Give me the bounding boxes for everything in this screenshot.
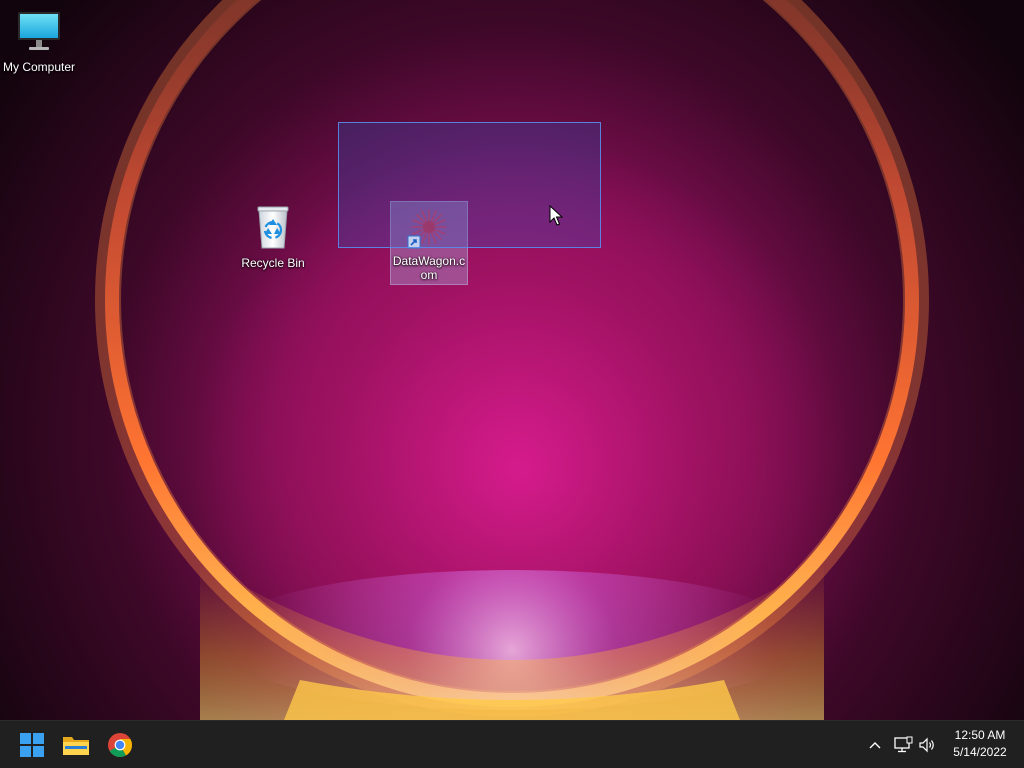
wallpaper [0,0,1024,720]
taskbar: 12:50 AM 5/14/2022 [0,720,1024,768]
network-button[interactable] [892,733,914,757]
desktop-icon-label: DataWagon.com [392,254,466,282]
clock-date: 5/14/2022 [953,745,1007,759]
desktop-icon-label: Recycle Bin [241,256,305,270]
monitor-icon [15,8,63,56]
file-explorer-button[interactable] [56,725,96,765]
start-button[interactable] [12,725,52,765]
desktop-icon-recycle-bin[interactable]: Recycle Bin [233,204,313,270]
mouse-cursor-icon [549,205,563,226]
chrome-icon [108,733,132,758]
desktop[interactable]: My Computer Recycle Bin DataWagon.com [0,0,1024,720]
network-icon [894,736,913,753]
show-hidden-icons-button[interactable] [864,733,886,757]
windows-start-icon [20,733,44,757]
chevron-up-icon [869,742,881,749]
clock-time: 12:50 AM [954,728,1006,742]
selection-rectangle [338,122,601,248]
clock[interactable]: 12:50 AM 5/14/2022 [944,727,1016,761]
folder-icon [63,737,89,755]
chrome-button[interactable] [100,725,140,765]
desktop-icon-my-computer[interactable]: My Computer [0,8,79,74]
desktop-icon-label: My Computer [2,60,76,74]
recycle-bin-icon [249,204,297,252]
volume-button[interactable] [917,733,939,757]
volume-icon [919,737,934,753]
